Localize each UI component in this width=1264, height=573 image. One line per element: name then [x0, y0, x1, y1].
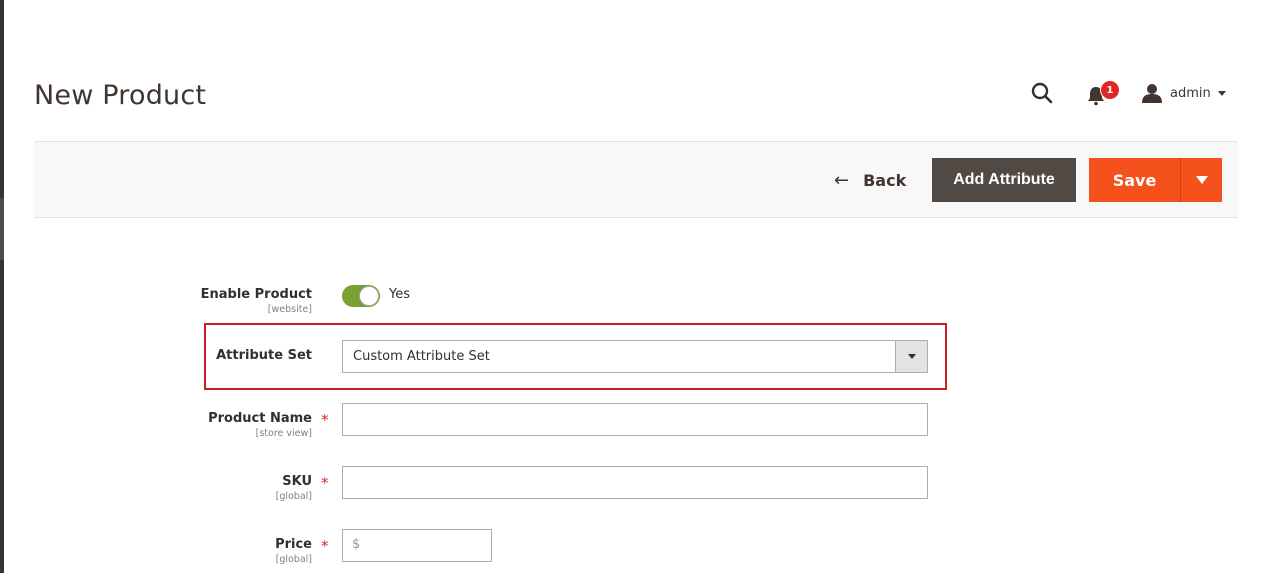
product-name-label: Product Name [store view] [12, 411, 312, 439]
enable-product-label-text: Enable Product [200, 287, 312, 302]
back-button[interactable]: ← Back [834, 158, 906, 202]
currency-symbol: $ [352, 537, 361, 552]
sidebar-edge-segment [0, 198, 4, 260]
page-actions-bar: ← Back Add Attribute Save [34, 141, 1238, 218]
save-split-button: Save [1089, 158, 1222, 202]
sku-label-text: SKU [282, 474, 312, 489]
enable-product-toggle[interactable] [342, 285, 380, 307]
page-title: New Product [34, 80, 207, 111]
sku-label: SKU [global] [12, 474, 312, 502]
price-input[interactable] [342, 529, 492, 562]
notifications-count-badge: 1 [1100, 80, 1120, 100]
attribute-set-label-text: Attribute Set [216, 348, 312, 363]
global-search-button[interactable] [1030, 81, 1056, 107]
attribute-set-value: Custom Attribute Set [353, 349, 490, 364]
user-account-menu[interactable]: admin [1142, 81, 1226, 105]
caret-down-icon [1195, 176, 1208, 184]
price-label: Price [global] [12, 537, 312, 565]
attribute-set-select[interactable]: Custom Attribute Set [342, 340, 928, 373]
user-icon [1142, 84, 1162, 103]
sku-scope: [global] [275, 491, 312, 502]
add-attribute-button[interactable]: Add Attribute [932, 158, 1076, 202]
required-asterisk: * [321, 474, 329, 492]
product-name-input[interactable] [342, 403, 928, 436]
arrow-left-icon: ← [834, 169, 850, 191]
required-asterisk: * [321, 537, 329, 555]
save-options-toggle[interactable] [1181, 158, 1222, 202]
attribute-set-dropdown-button[interactable] [895, 341, 927, 372]
enable-product-label: Enable Product [website] [12, 287, 312, 315]
search-icon [1031, 82, 1053, 104]
admin-sidebar-edge [0, 0, 4, 573]
enable-product-scope: [website] [267, 304, 312, 315]
toggle-knob [359, 286, 379, 306]
enable-product-value: Yes [389, 287, 410, 302]
notifications-button[interactable]: 1 [1086, 80, 1120, 107]
price-scope: [global] [275, 554, 312, 565]
save-button[interactable]: Save [1089, 158, 1181, 202]
caret-down-icon [907, 354, 916, 359]
product-name-label-text: Product Name [208, 411, 312, 426]
user-name: admin [1170, 85, 1211, 101]
required-asterisk: * [321, 411, 329, 429]
back-label: Back [863, 170, 907, 190]
attribute-set-label: Attribute Set [12, 348, 312, 363]
chevron-down-icon [1217, 90, 1226, 96]
price-label-text: Price [275, 537, 312, 552]
product-name-scope: [store view] [255, 428, 312, 439]
sku-input[interactable] [342, 466, 928, 499]
